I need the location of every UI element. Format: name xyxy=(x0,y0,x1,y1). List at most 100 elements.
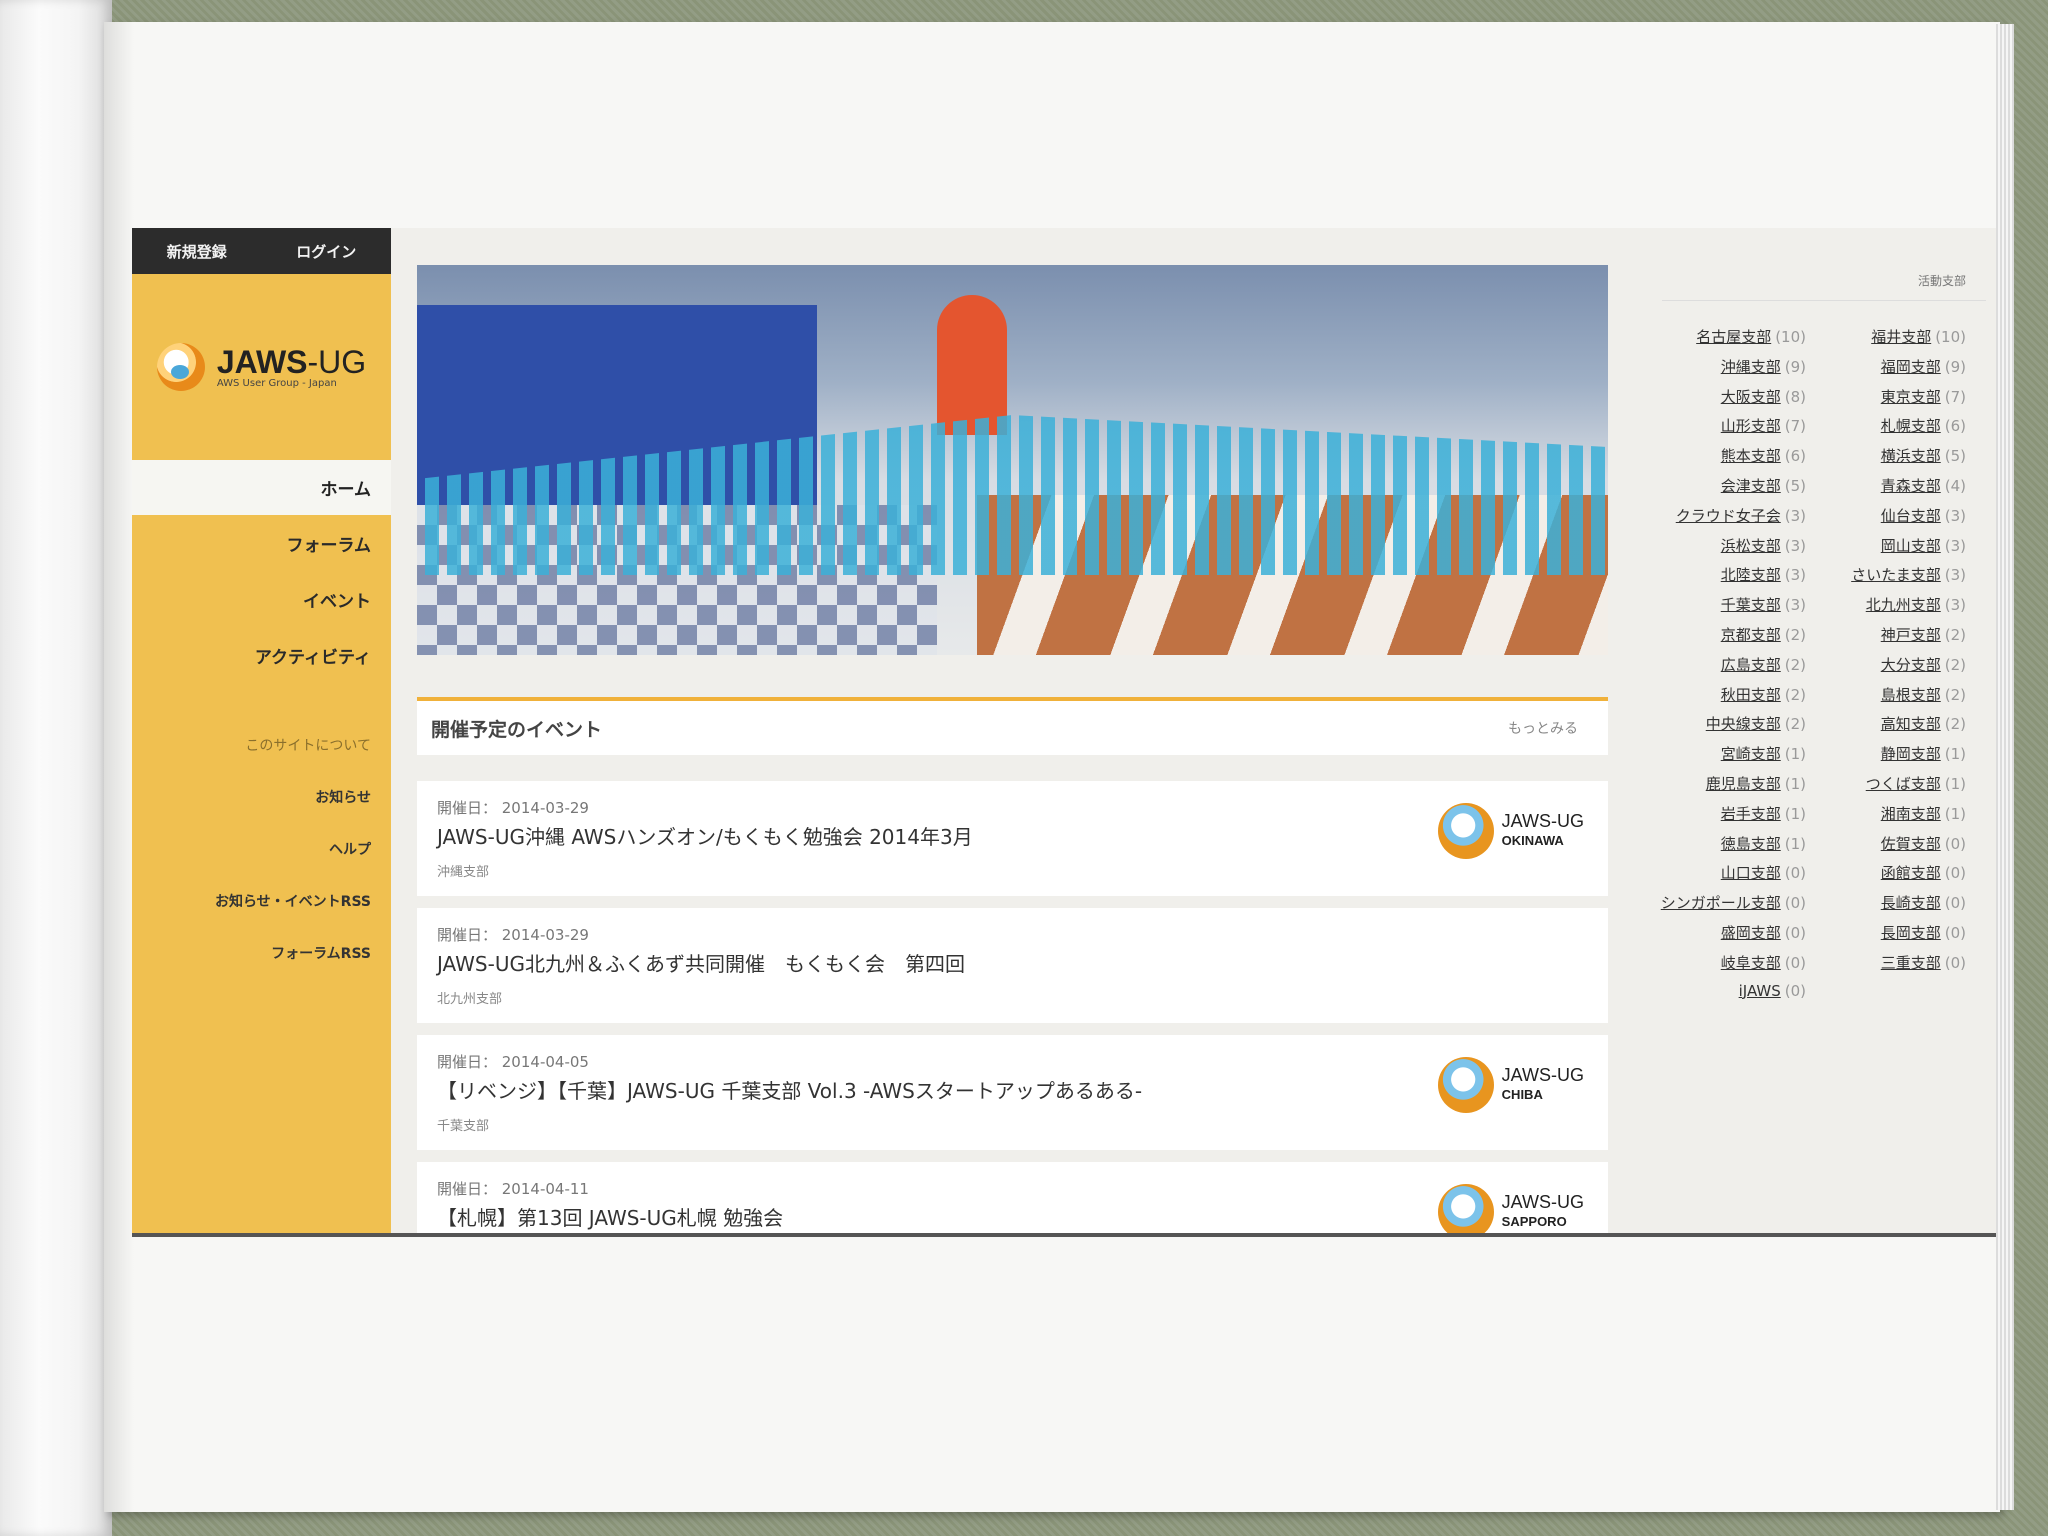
branch-link[interactable]: 岐阜支部 xyxy=(1721,954,1781,972)
branch-link[interactable]: 秋田支部 xyxy=(1721,686,1781,704)
event-title[interactable]: 【札幌】第13回 JAWS-UG札幌 勉強会 xyxy=(437,1202,783,1231)
branch-item[interactable]: 湘南支部 (1) xyxy=(1806,803,1966,824)
branch-link[interactable]: 函館支部 xyxy=(1881,864,1941,882)
branch-item[interactable]: 北陸支部 (3) xyxy=(1646,564,1806,585)
branch-link[interactable]: 島根支部 xyxy=(1881,686,1941,704)
nav-activity[interactable]: アクティビティ xyxy=(132,627,391,683)
branch-item[interactable]: 福井支部 (10) xyxy=(1806,326,1966,347)
branch-link[interactable]: 徳島支部 xyxy=(1721,835,1781,853)
branch-item[interactable]: 浜松支部 (3) xyxy=(1646,535,1806,556)
branch-link[interactable]: 名古屋支部 xyxy=(1696,328,1771,346)
branch-item[interactable]: 山形支部 (7) xyxy=(1646,415,1806,436)
branch-link[interactable]: クラウド女子会 xyxy=(1676,507,1781,525)
branch-link[interactable]: 大分支部 xyxy=(1881,656,1941,674)
nav-help[interactable]: ヘルプ xyxy=(132,823,391,875)
branch-item[interactable]: 広島支部 (2) xyxy=(1646,654,1806,675)
branch-link[interactable]: 岩手支部 xyxy=(1721,805,1781,823)
branch-item[interactable]: iJAWS (0) xyxy=(1646,982,1806,1000)
branch-item[interactable]: 函館支部 (0) xyxy=(1806,862,1966,883)
branch-item[interactable]: さいたま支部 (3) xyxy=(1806,564,1966,585)
event-branch[interactable]: 千葉支部 xyxy=(437,1115,489,1134)
branch-item[interactable]: 岩手支部 (1) xyxy=(1646,803,1806,824)
branch-item[interactable]: 福岡支部 (9) xyxy=(1806,356,1966,377)
branch-link[interactable]: 盛岡支部 xyxy=(1721,924,1781,942)
branch-link[interactable]: 京都支部 xyxy=(1721,626,1781,644)
branch-link[interactable]: 浜松支部 xyxy=(1721,537,1781,555)
register-link[interactable]: 新規登録 xyxy=(167,241,227,262)
branch-item[interactable]: 岡山支部 (3) xyxy=(1806,535,1966,556)
branch-item[interactable]: 会津支部 (5) xyxy=(1646,475,1806,496)
event-branch[interactable]: 沖縄支部 xyxy=(437,861,489,880)
branch-item[interactable]: 沖縄支部 (9) xyxy=(1646,356,1806,377)
branch-link[interactable]: 横浜支部 xyxy=(1881,447,1941,465)
branch-link[interactable]: 北九州支部 xyxy=(1866,596,1941,614)
branch-link[interactable]: 仙台支部 xyxy=(1881,507,1941,525)
branch-item[interactable]: 岐阜支部 (0) xyxy=(1646,952,1806,973)
branch-item[interactable]: 秋田支部 (2) xyxy=(1646,684,1806,705)
branch-link[interactable]: 札幌支部 xyxy=(1881,417,1941,435)
branch-link[interactable]: 鹿児島支部 xyxy=(1706,775,1781,793)
nav-rss-news[interactable]: お知らせ・イベントRSS xyxy=(132,875,391,927)
login-link[interactable]: ログイン xyxy=(296,241,356,262)
branch-item[interactable]: 宮崎支部 (1) xyxy=(1646,743,1806,764)
branch-item[interactable]: クラウド女子会 (3) xyxy=(1646,505,1806,526)
branch-link[interactable]: 三重支部 xyxy=(1881,954,1941,972)
branch-item[interactable]: つくば支部 (1) xyxy=(1806,773,1966,794)
branch-link[interactable]: シンガポール支部 xyxy=(1661,894,1781,912)
branch-item[interactable]: 三重支部 (0) xyxy=(1806,952,1966,973)
branch-item[interactable]: 北九州支部 (3) xyxy=(1806,594,1966,615)
event-card[interactable]: 開催日： 2014-03-29 JAWS-UG北九州＆ふくあず共同開催 もくもく会… xyxy=(417,908,1608,1023)
branch-link[interactable]: 熊本支部 xyxy=(1721,447,1781,465)
branch-link[interactable]: 長岡支部 xyxy=(1881,924,1941,942)
branch-link[interactable]: 長崎支部 xyxy=(1881,894,1941,912)
nav-news[interactable]: お知らせ xyxy=(132,771,391,823)
branch-item[interactable]: 名古屋支部 (10) xyxy=(1646,326,1806,347)
event-title[interactable]: 【リベンジ】【千葉】JAWS-UG 千葉支部 Vol.3 -AWSスタートアップ… xyxy=(437,1075,1142,1104)
branch-link[interactable]: 福岡支部 xyxy=(1881,358,1941,376)
nav-forum[interactable]: フォーラム xyxy=(132,515,391,571)
branch-link[interactable]: 中央線支部 xyxy=(1706,715,1781,733)
branch-link[interactable]: 湘南支部 xyxy=(1881,805,1941,823)
branch-link[interactable]: 宮崎支部 xyxy=(1721,745,1781,763)
branch-item[interactable]: シンガポール支部 (0) xyxy=(1646,892,1806,913)
branch-item[interactable]: 札幌支部 (6) xyxy=(1806,415,1966,436)
branch-item[interactable]: 島根支部 (2) xyxy=(1806,684,1966,705)
branch-item[interactable]: 東京支部 (7) xyxy=(1806,386,1966,407)
branch-item[interactable]: 高知支部 (2) xyxy=(1806,713,1966,734)
branch-link[interactable]: つくば支部 xyxy=(1866,775,1941,793)
branch-link[interactable]: 千葉支部 xyxy=(1721,596,1781,614)
branch-item[interactable]: 長崎支部 (0) xyxy=(1806,892,1966,913)
branch-link[interactable]: 北陸支部 xyxy=(1721,566,1781,584)
event-card[interactable]: 開催日： 2014-03-29 JAWS-UG沖縄 AWSハンズオン/もくもく勉強… xyxy=(417,781,1608,896)
branch-item[interactable]: 山口支部 (0) xyxy=(1646,862,1806,883)
event-branch[interactable]: 北九州支部 xyxy=(437,988,502,1007)
event-title[interactable]: JAWS-UG北九州＆ふくあず共同開催 もくもく会 第四回 xyxy=(437,948,965,977)
event-card[interactable]: 開催日： 2014-04-11 【札幌】第13回 JAWS-UG札幌 勉強会 JAW… xyxy=(417,1162,1608,1233)
branch-item[interactable]: 青森支部 (4) xyxy=(1806,475,1966,496)
branch-item[interactable]: 佐賀支部 (0) xyxy=(1806,833,1966,854)
branch-link[interactable]: 神戸支部 xyxy=(1881,626,1941,644)
branch-item[interactable]: 千葉支部 (3) xyxy=(1646,594,1806,615)
branch-link[interactable]: 山口支部 xyxy=(1721,864,1781,882)
branch-item[interactable]: 長岡支部 (0) xyxy=(1806,922,1966,943)
branch-item[interactable]: 徳島支部 (1) xyxy=(1646,833,1806,854)
branch-link[interactable]: 大阪支部 xyxy=(1721,388,1781,406)
branch-link[interactable]: 青森支部 xyxy=(1881,477,1941,495)
nav-home[interactable]: ホーム xyxy=(132,460,391,515)
nav-rss-forum[interactable]: フォーラムRSS xyxy=(132,927,391,979)
logo[interactable]: JAWS-UG AWS User Group - Japan xyxy=(132,274,391,460)
branch-link[interactable]: さいたま支部 xyxy=(1851,566,1941,584)
branch-item[interactable]: 熊本支部 (6) xyxy=(1646,445,1806,466)
branch-link[interactable]: 山形支部 xyxy=(1721,417,1781,435)
branch-link[interactable]: 会津支部 xyxy=(1721,477,1781,495)
branch-link[interactable]: 福井支部 xyxy=(1871,328,1931,346)
event-title[interactable]: JAWS-UG沖縄 AWSハンズオン/もくもく勉強会 2014年3月 xyxy=(437,821,973,850)
branch-link[interactable]: 東京支部 xyxy=(1881,388,1941,406)
branch-link[interactable]: 佐賀支部 xyxy=(1881,835,1941,853)
branch-item[interactable]: 盛岡支部 (0) xyxy=(1646,922,1806,943)
branch-link[interactable]: 沖縄支部 xyxy=(1721,358,1781,376)
branch-link[interactable]: 岡山支部 xyxy=(1881,537,1941,555)
branch-item[interactable]: 静岡支部 (1) xyxy=(1806,743,1966,764)
nav-event[interactable]: イベント xyxy=(132,571,391,627)
branch-link[interactable]: 静岡支部 xyxy=(1881,745,1941,763)
